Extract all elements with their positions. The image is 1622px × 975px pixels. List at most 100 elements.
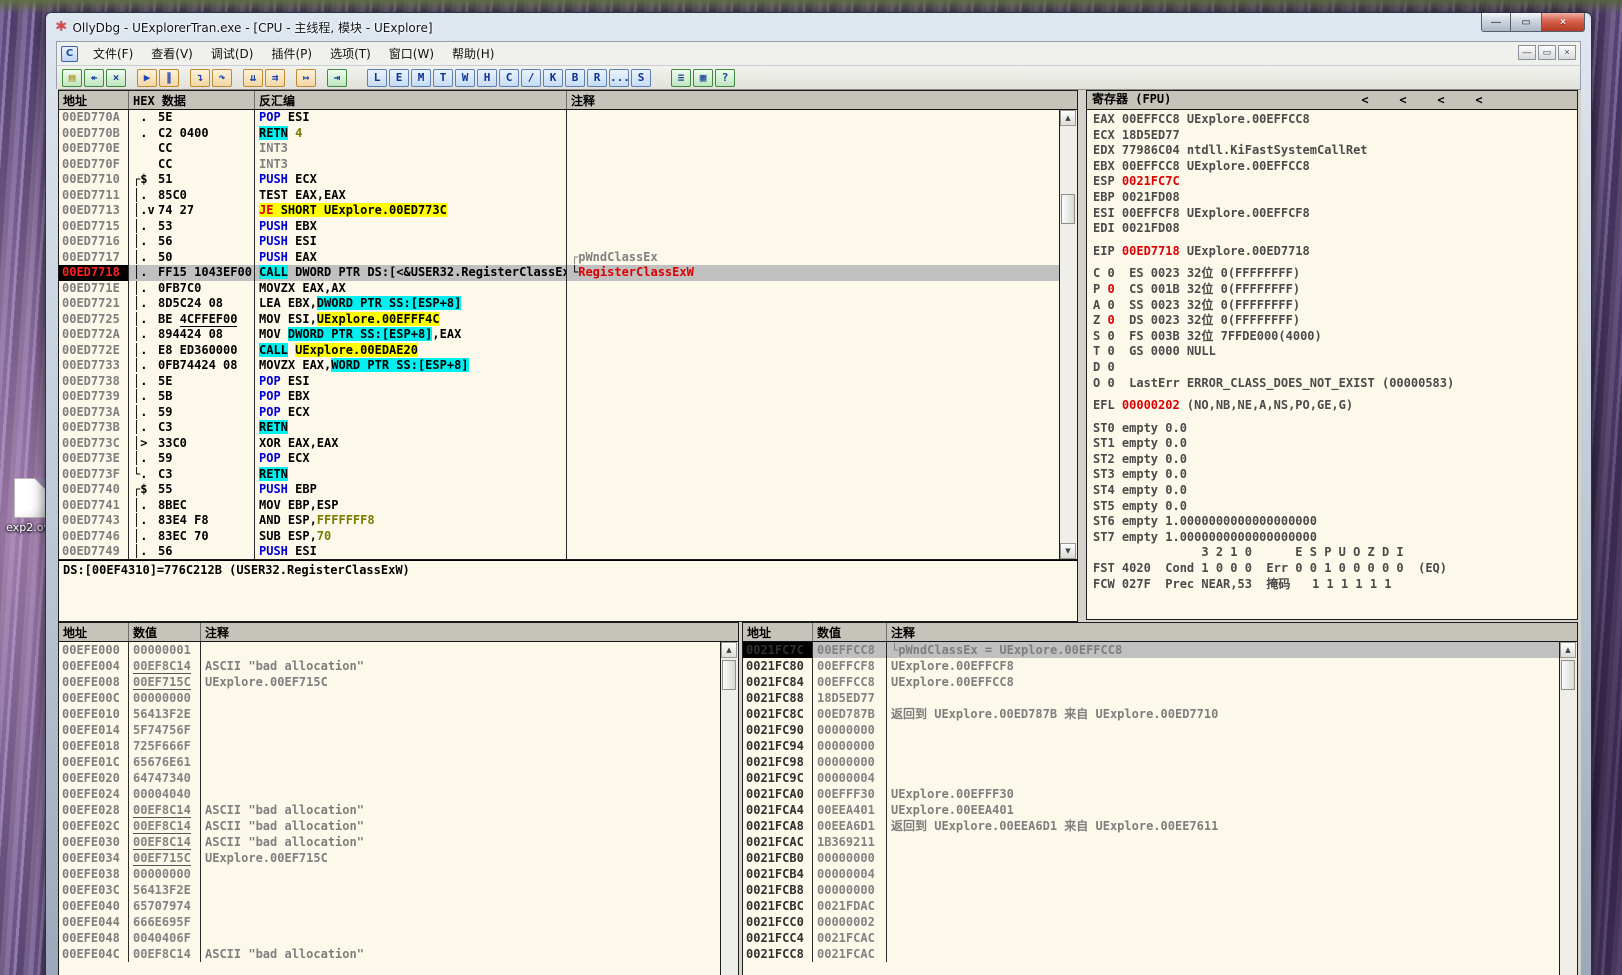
debugging-options-button[interactable]: ≡ [671,68,691,87]
disasm-row[interactable]: 00ED7733 │. 0FB74424 08 MOVZX EAX,WORD PTR … [59,358,1077,374]
dump-row[interactable]: 00EFE04C 00EF8C14 ASCII "bad allocation" [59,946,738,962]
dump-row[interactable]: 00EFE030 00EF8C14 ASCII "bad allocation" [59,834,738,850]
disasm-row[interactable]: 00ED7716 │. 56 PUSH ESI [59,234,1077,250]
dump-row[interactable]: 00EFE044 666E695F [59,914,738,930]
register-line[interactable]: ST1 empty 0.0 [1093,436,1577,452]
disasm-row[interactable]: 00ED7739 │. 5B POP EBX [59,389,1077,405]
maximize-button[interactable]: ▭ [1511,13,1541,32]
close-program-button[interactable]: × [106,68,126,87]
disasm-row[interactable]: 00ED770E CC INT3 [59,141,1077,157]
dump-row[interactable]: 00EFE040 65707974 [59,898,738,914]
register-line[interactable]: EDX 77986C04 ntdll.KiFastSystemCallRet [1093,143,1577,159]
disasm-scrollbar[interactable]: ▲ ▼ [1059,110,1077,559]
register-line[interactable]: ESI 00EFFCF8 UExplore.00EFFCF8 [1093,206,1577,222]
disasm-header-address[interactable]: 地址 [59,91,129,109]
dump-row[interactable]: 00EFE000 00000001 [59,642,738,658]
stack-row[interactable]: 0021FC88 18D5ED77 [743,690,1577,706]
step-into-button[interactable]: ↴ [190,68,210,87]
view-log-button[interactable]: L [367,68,387,87]
stack-header-value[interactable]: 数值 [813,623,887,641]
dump-row[interactable]: 00EFE048 0040406F [59,930,738,946]
register-line[interactable]: EDI 0021FD08 [1093,221,1577,237]
disasm-row[interactable]: 00ED7717 │. 50 PUSH EAX ┌pWndClassEx [59,249,1077,265]
view-run-trace-button[interactable]: ... [609,68,630,87]
dump-row[interactable]: 00EFE03C 56413F2E [59,882,738,898]
register-line[interactable]: EBP 0021FD08 [1093,190,1577,206]
child-close-button[interactable]: × [1558,45,1576,60]
register-line[interactable]: FCW 027F Prec NEAR,53 掩码 1 1 1 1 1 1 [1093,577,1577,593]
register-line[interactable]: T 0 GS 0000 NULL [1093,344,1577,360]
dump-row[interactable]: 00EFE010 56413F2E [59,706,738,722]
stack-row[interactable]: 0021FCA8 00EEA6D1 返回到 UExplore.00EEA6D1 来自… [743,818,1577,834]
view-memory-button[interactable]: M [411,68,431,87]
register-line[interactable]: ST6 empty 1.0000000000000000000 [1093,514,1577,530]
dump-row[interactable]: 00EFE01C 65676E61 [59,754,738,770]
appearance-button[interactable]: ▦ [693,68,713,87]
disasm-row[interactable]: 00ED772A │. 894424 08 MOV DWORD PTR SS:[ESP… [59,327,1077,343]
register-line[interactable]: D 0 [1093,360,1577,376]
child-minimize-button[interactable]: — [1518,45,1536,60]
dump-row[interactable]: 00EFE028 00EF8C14 ASCII "bad allocation" [59,802,738,818]
register-line[interactable]: Z 0 DS 0023 32位 0(FFFFFFFF) [1093,313,1577,329]
register-line[interactable]: EAX 00EFFCC8 UExplore.00EFFCC8 [1093,112,1577,128]
register-line[interactable]: FST 4020 Cond 1 0 0 0 Err 0 0 1 0 0 0 0 … [1093,561,1577,577]
disasm-row[interactable]: 00ED771E │. 0FB7C0 MOVZX EAX,AX [59,280,1077,296]
registers-collapse-icon[interactable]: < [1471,92,1487,109]
disasm-scroll-thumb[interactable] [1061,194,1075,224]
disasm-row[interactable]: 00ED7721 │. 8D5C24 08 LEA EBX,DWORD PTR SS:… [59,296,1077,312]
stack-scroll-thumb[interactable] [1561,660,1575,690]
register-line[interactable]: ST3 empty 0.0 [1093,467,1577,483]
disasm-row[interactable]: 00ED7746 │. 83EC 70 SUB ESP,70 [59,528,1077,544]
disasm-row[interactable]: 00ED7710 ┌$ 51 PUSH ECX [59,172,1077,188]
register-line[interactable]: ST7 empty 1.0000000000000000000 [1093,530,1577,546]
view-handles-button[interactable]: H [477,68,497,87]
stack-row[interactable]: 0021FC80 00EFFCF8 UExplore.00EFFCF8 [743,658,1577,674]
stack-row[interactable]: 0021FCB4 00000004 [743,866,1577,882]
dump-header-comment[interactable]: 注释 [201,623,738,641]
register-line[interactable]: ST0 empty 0.0 [1093,421,1577,437]
scroll-up-icon[interactable]: ▲ [1560,642,1576,658]
stack-scrollbar[interactable]: ▲ [1559,642,1577,975]
disasm-row[interactable]: 00ED773A │. 59 POP ECX [59,404,1077,420]
disasm-row[interactable]: 00ED773E │. 59 POP ECX [59,451,1077,467]
register-line[interactable]: ECX 18D5ED77 [1093,128,1577,144]
disasm-row[interactable]: 00ED7713 │.v 74 27 JE SHORT UExplore.00ED77… [59,203,1077,219]
disasm-row[interactable]: 00ED770A . 5E POP ESI [59,110,1077,126]
stack-row[interactable]: 0021FC90 00000000 [743,722,1577,738]
disasm-row[interactable]: 00ED7711 │. 85C0 TEST EAX,EAX [59,187,1077,203]
register-line[interactable]: ESP 0021FC7C [1093,174,1577,190]
scroll-up-icon[interactable]: ▲ [721,642,737,658]
disasm-row[interactable]: 00ED7749 │. 56 PUSH ESI [59,544,1077,559]
view-patches-button[interactable]: / [521,68,541,87]
view-windows-button[interactable]: W [455,68,475,87]
disasm-row[interactable]: 00ED773B │. C3 RETN [59,420,1077,436]
stack-row[interactable]: 0021FC7C 00EFFCC8 └pWndClassEx = UExplore.… [743,642,1577,658]
view-source-button[interactable]: S [631,68,651,87]
child-restore-button[interactable]: ▭ [1538,45,1556,60]
stack-row[interactable]: 0021FC9C 00000004 [743,770,1577,786]
menu-help[interactable]: 帮助(H) [443,42,503,65]
register-line[interactable]: ST2 empty 0.0 [1093,452,1577,468]
register-line[interactable]: EIP 00ED7718 UExplore.00ED7718 [1093,244,1577,260]
run-button[interactable]: ▶ [137,68,157,87]
stack-row[interactable]: 0021FC94 00000000 [743,738,1577,754]
scroll-down-icon[interactable]: ▼ [1060,543,1076,559]
dump-row[interactable]: 00EFE034 00EF715C UExplore.00EF715C [59,850,738,866]
menu-plugins[interactable]: 插件(P) [262,42,321,65]
register-line[interactable]: ST4 empty 0.0 [1093,483,1577,499]
register-line[interactable]: S 0 FS 003B 32位 7FFDE000(4000) [1093,329,1577,345]
register-line[interactable]: 3 2 1 0 E S P U O Z D I [1093,545,1577,561]
stack-row[interactable]: 0021FCB8 00000000 [743,882,1577,898]
register-line[interactable]: C 0 ES 0023 32位 0(FFFFFFFF) [1093,266,1577,282]
register-line[interactable]: P 0 CS 001B 32位 0(FFFFFFFF) [1093,282,1577,298]
go-to-button[interactable]: ⇥ [327,68,347,87]
view-call-stack-button[interactable]: K [543,68,563,87]
view-references-button[interactable]: R [587,68,607,87]
disasm-header-comment[interactable]: 注释 [567,91,1077,109]
minimize-button[interactable]: — [1481,13,1511,32]
stack-header-address[interactable]: 地址 [743,623,813,641]
menu-options[interactable]: 选项(T) [321,42,380,65]
dump-row[interactable]: 00EFE00C 00000000 [59,690,738,706]
menu-view[interactable]: 查看(V) [142,42,202,65]
disasm-header-hex[interactable]: HEX 数据 [129,91,255,109]
